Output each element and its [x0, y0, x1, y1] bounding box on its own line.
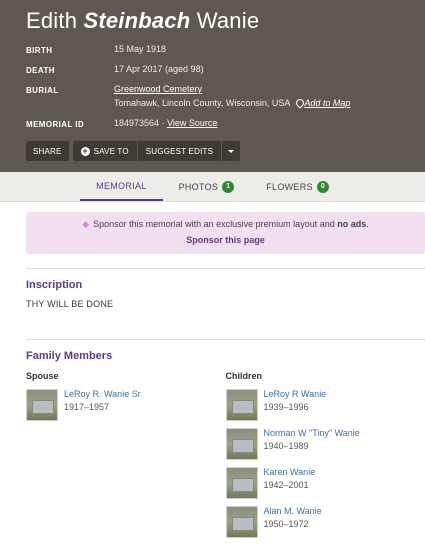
- chevron-down-icon: [228, 149, 235, 153]
- death-label: DEATH: [26, 66, 55, 75]
- family-columns: Spouse LeRoy R. Wanie Sr 1917–1957 Child…: [26, 371, 425, 545]
- save-to-button[interactable]: + SAVE TO: [72, 141, 137, 161]
- burial-location: Tomahawk, Lincoln County, Wisconsin, USA: [114, 98, 291, 108]
- diamond-icon: ◆: [82, 219, 90, 229]
- family-member-dates: 1940–1989: [263, 441, 309, 451]
- divider: [26, 339, 425, 340]
- plus-icon: +: [80, 145, 90, 156]
- tab-photos-label: PHOTOS: [178, 181, 219, 192]
- save-suggest-group: + SAVE TO SUGGEST EDITS: [72, 141, 241, 161]
- add-to-map-link[interactable]: Add to Map: [304, 98, 350, 108]
- burial-value: Greenwood Cemetery Tomahawk, Lincoln Cou…: [114, 84, 350, 108]
- tab-memorial-label: MEMORIAL: [96, 180, 147, 191]
- map-pin-icon: [296, 99, 302, 107]
- sponsor-and: and: [319, 219, 335, 229]
- family-member[interactable]: Norman W "Tiny" Wanie 1940–1989: [225, 428, 425, 467]
- family-member-name[interactable]: Norman W "Tiny" Wanie: [264, 428, 360, 438]
- family-member-info: LeRoy R Wanie 1939–1996: [264, 389, 327, 412]
- save-to-label: SAVE TO: [93, 146, 129, 156]
- family-member[interactable]: LeRoy R Wanie 1939–1996: [225, 389, 425, 428]
- burial-row: BURIAL Greenwood Cemetery Tomahawk, Linc…: [26, 84, 425, 118]
- suggest-edits-button[interactable]: SUGGEST EDITS: [137, 141, 222, 161]
- inscription-text: THY WILL BE DONE: [26, 299, 114, 309]
- sponsor-text: Sponsor this memorial with an exclusive …: [93, 219, 318, 229]
- sponsor-no-ads: no ads: [337, 219, 367, 229]
- family-member-info: Alan M. Wanie 1950–1972: [264, 506, 322, 529]
- facts-list: BIRTH 15 May 1918 DEATH 17 Apr 2017 (age…: [26, 44, 425, 138]
- family-member-info: Norman W "Tiny" Wanie 1940–1989: [264, 428, 360, 451]
- headstone-photo[interactable]: [225, 467, 258, 499]
- sponsor-banner: ◆ Sponsor this memorial with an exclusive…: [26, 212, 425, 254]
- birth-value: 15 May 1918: [114, 44, 167, 54]
- family-member[interactable]: LeRoy R. Wanie Sr 1917–1957: [26, 389, 226, 428]
- family-member-name[interactable]: Alan M. Wanie: [264, 506, 322, 516]
- family-member-info: LeRoy R. Wanie Sr 1917–1957: [64, 389, 141, 412]
- tab-flowers-label: FLOWERS: [266, 181, 313, 192]
- memorial-id-value: 184973564 · View Source: [114, 118, 218, 128]
- family-member-name[interactable]: LeRoy R Wanie: [264, 389, 327, 399]
- photos-count-badge: 1: [222, 180, 235, 193]
- headstone-photo[interactable]: [225, 506, 258, 538]
- family-members-heading: Family Members: [26, 350, 113, 362]
- tab-memorial[interactable]: MEMORIAL: [80, 172, 163, 201]
- death-value: 17 Apr 2017 (aged 98): [114, 64, 204, 74]
- memorial-tabs: MEMORIAL PHOTOS 1 FLOWERS 0: [0, 172, 425, 202]
- family-member-info: Karen Wanie 1942–2001: [264, 467, 316, 490]
- action-buttons: SHARE + SAVE TO SUGGEST EDITS: [26, 141, 241, 161]
- children-column: Children LeRoy R Wanie 1939–1996 Norman …: [225, 371, 425, 545]
- family-member-dates: 1950–1972: [263, 519, 309, 529]
- divider: [26, 268, 425, 269]
- inscription-heading: Inscription: [26, 279, 83, 291]
- burial-location-line: Tomahawk, Lincoln County, Wisconsin, USA…: [114, 98, 350, 108]
- spouse-column: Spouse LeRoy R. Wanie Sr 1917–1957: [26, 371, 226, 545]
- family-member-name[interactable]: Karen Wanie: [264, 467, 316, 477]
- memorial-id-row: MEMORIAL ID 184973564 · View Source: [26, 118, 425, 138]
- headstone-photo[interactable]: [225, 428, 258, 460]
- first-name: Edith: [26, 8, 78, 33]
- family-member[interactable]: Alan M. Wanie 1950–1972: [225, 506, 425, 545]
- cemetery-link[interactable]: Greenwood Cemetery: [114, 84, 202, 94]
- view-source-link[interactable]: View Source: [167, 118, 217, 128]
- family-member-dates: 1942–2001: [263, 480, 309, 490]
- family-member[interactable]: Karen Wanie 1942–2001: [225, 467, 425, 506]
- tab-flowers[interactable]: FLOWERS 0: [250, 172, 345, 201]
- family-member-dates: 1939–1996: [263, 402, 309, 412]
- last-name: Wanie: [196, 8, 260, 33]
- children-heading: Children: [225, 371, 263, 381]
- memorial-header: Edith Steinbach Wanie BIRTH 15 May 1918 …: [0, 0, 425, 172]
- spouse-heading: Spouse: [26, 371, 59, 381]
- family-member-dates: 1917–1957: [64, 402, 110, 412]
- sponsor-page-link[interactable]: Sponsor this page: [26, 235, 425, 245]
- family-member-name[interactable]: LeRoy R. Wanie Sr: [64, 389, 141, 399]
- headstone-photo[interactable]: [26, 389, 58, 421]
- burial-label: BURIAL: [26, 86, 59, 95]
- birth-row: BIRTH 15 May 1918: [26, 44, 425, 64]
- death-row: DEATH 17 Apr 2017 (aged 98): [26, 64, 425, 84]
- birth-label: BIRTH: [26, 46, 53, 55]
- headstone-photo[interactable]: [225, 389, 258, 421]
- memorial-id-number: 184973564: [114, 118, 160, 128]
- page-title: Edith Steinbach Wanie: [26, 8, 425, 34]
- middle-name: Steinbach: [83, 8, 191, 33]
- share-button[interactable]: SHARE: [26, 141, 69, 161]
- more-options-button[interactable]: [222, 141, 241, 161]
- tab-photos[interactable]: PHOTOS 1: [163, 172, 251, 201]
- memorial-id-label: MEMORIAL ID: [26, 120, 85, 129]
- flowers-count-badge: 0: [316, 180, 329, 193]
